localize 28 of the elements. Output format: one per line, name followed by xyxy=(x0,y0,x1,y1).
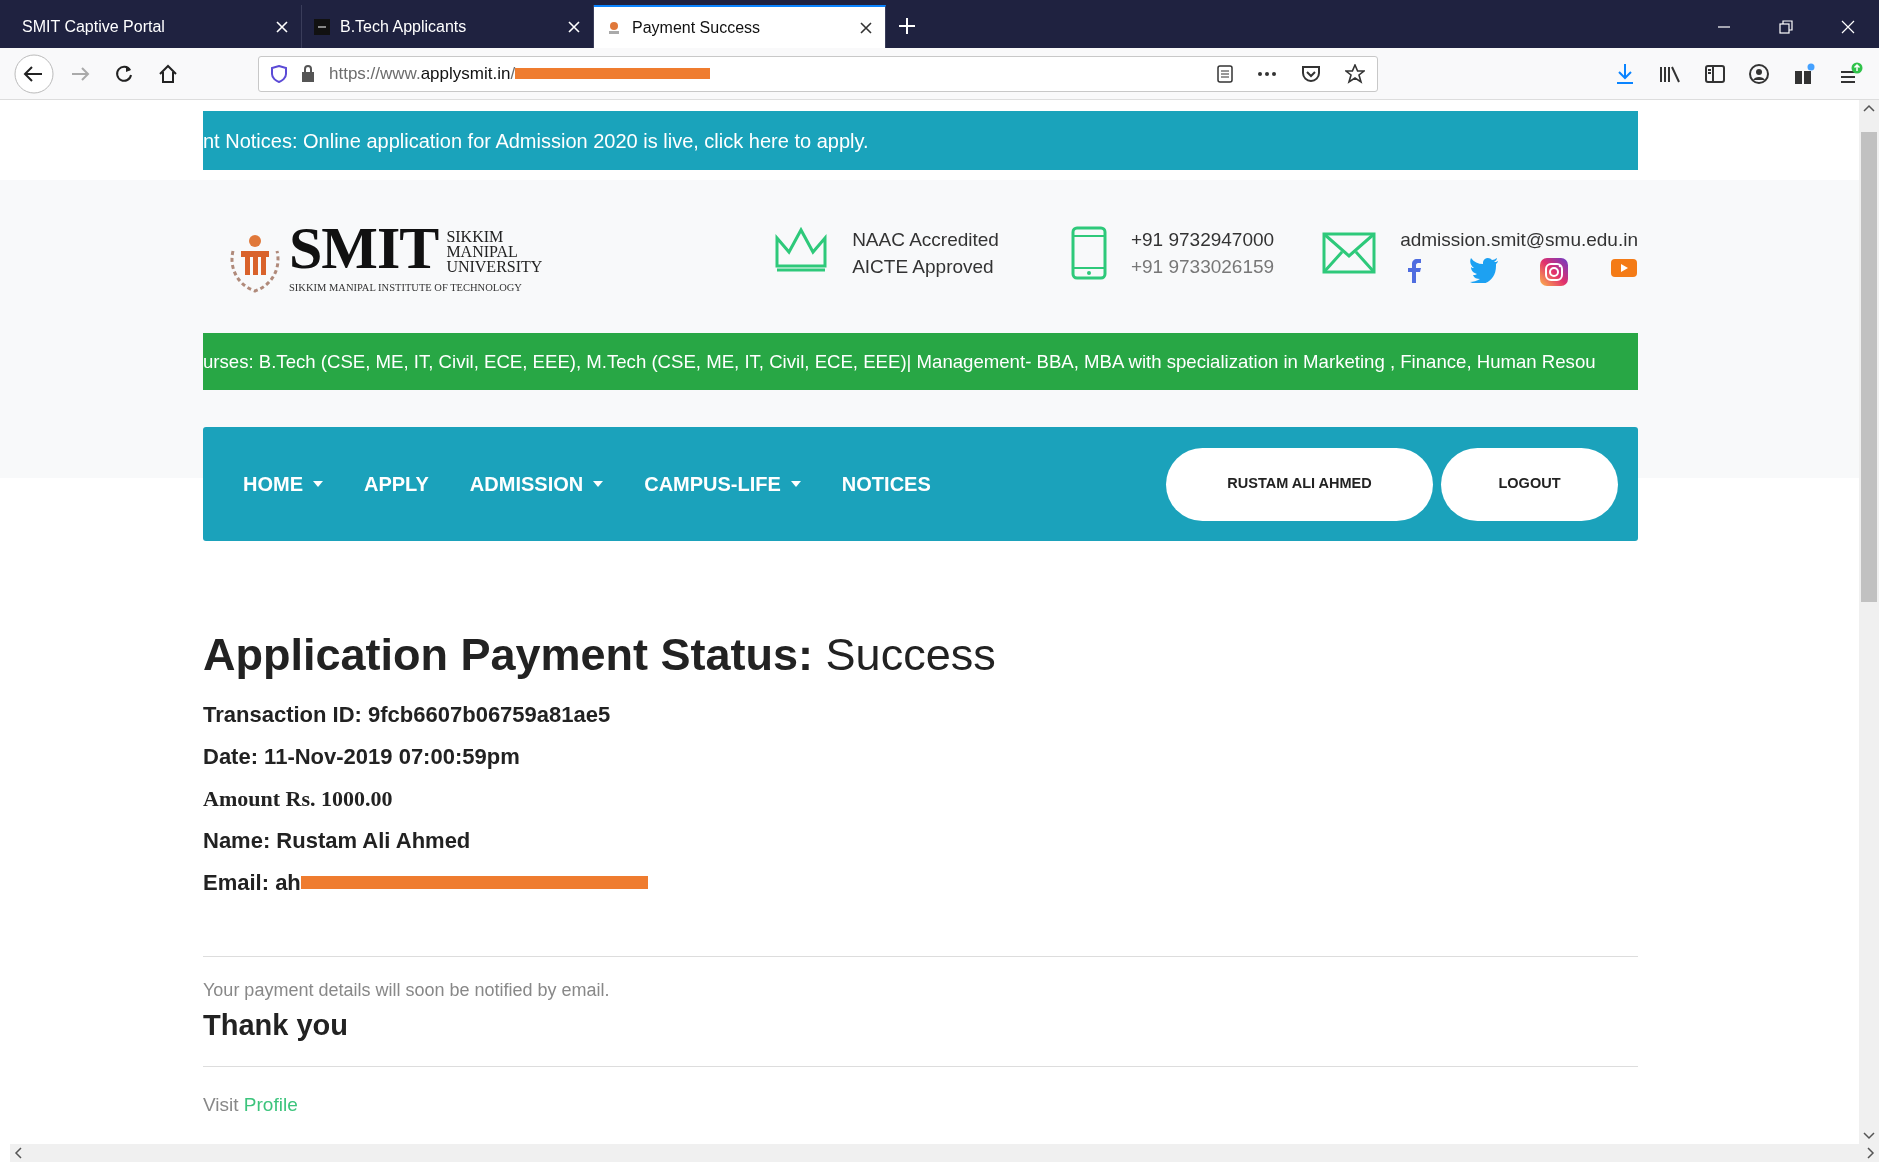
logo-subtitle: SIKKIM MANIPAL INSTITUTE OF TECHNOLOGY xyxy=(289,280,523,295)
logo-wordmark: SMIT xyxy=(289,217,439,278)
notification-text: Your payment details will soon be notified by email. xyxy=(203,979,611,1002)
contact-text: +91 9732947000 xyxy=(1130,228,1275,252)
browser-tab[interactable]: Payment Success xyxy=(594,5,886,48)
page-heading: Application Payment Status: Success xyxy=(203,628,997,682)
tab-title: Payment Success xyxy=(632,17,761,38)
contact-text: +91 9733026159 xyxy=(1130,255,1275,279)
email-address[interactable]: admission.smit@smu.edu.in xyxy=(1400,226,1638,253)
logo-text: UNIVERSITY xyxy=(446,258,543,274)
logout-button[interactable]: LOGOUT xyxy=(1441,447,1618,521)
tab-title: B.Tech Applicants xyxy=(340,16,467,37)
payment-detail: Date: 11-Nov-2019 07:00:59pm xyxy=(203,743,520,771)
visit-text: Visit Profile xyxy=(203,1092,299,1117)
courses-ticker: urses: B.Tech (CSE, ME, IT, Civil, ECE, EEE), M.Tech (CSE, ME, IT, Civil, ECE, EEE)| Management- BBA, MBA with specialization in Marketing , Finance, Human Resou xyxy=(203,333,1638,390)
url-text: https://www.applysmit.in/ xyxy=(329,62,516,85)
payment-detail: Transaction ID: 9fcb6607b06759a81ae5 xyxy=(203,701,611,729)
logo-text: SIKKIM xyxy=(446,228,505,244)
tab-title: SMIT Captive Portal xyxy=(22,16,165,37)
user-name-button[interactable]: RUSTAM ALI AHMED xyxy=(1166,447,1433,521)
payment-detail: Name: Rustam Ali Ahmed xyxy=(203,827,471,855)
payment-detail: Amount Rs. 1000.00 xyxy=(203,785,393,813)
contact-text: AICTE Approved xyxy=(852,255,995,279)
address-bar[interactable]: https://www.applysmit.in/ xyxy=(258,55,1378,92)
payment-detail: Email: ah xyxy=(203,869,301,897)
thank-you-text: Thank you xyxy=(203,1008,349,1043)
contact-text: NAAC Accredited xyxy=(852,228,999,252)
logo-text: MANIPAL xyxy=(446,243,519,259)
